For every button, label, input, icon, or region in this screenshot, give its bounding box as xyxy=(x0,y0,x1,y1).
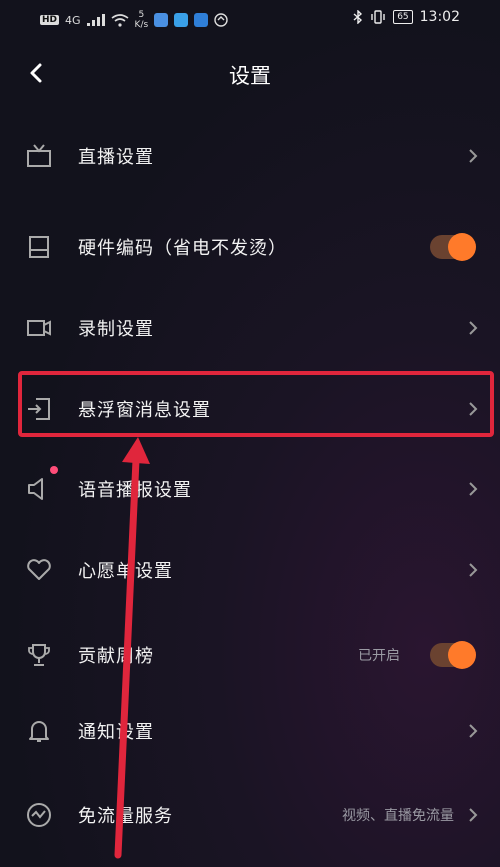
video-camera-icon xyxy=(27,320,51,336)
settings-row-label: 免流量服务 xyxy=(78,806,173,827)
navigation-bar: 设置 xyxy=(0,50,500,96)
toggle-knob xyxy=(448,641,476,669)
settings-row-label: 直播设置 xyxy=(78,147,154,168)
clock: 13:02 xyxy=(419,9,460,25)
settings-row-wishlist[interactable]: 心愿单设置 xyxy=(0,540,500,600)
tv-icon xyxy=(27,144,51,167)
hd-badge: HD xyxy=(40,15,60,25)
page-title: 设置 xyxy=(229,64,271,88)
network-speed: 5 K/s xyxy=(135,10,149,30)
trophy-icon xyxy=(28,644,50,666)
app-notification-icon xyxy=(194,13,209,27)
status-right: 65 13:02 xyxy=(353,9,460,25)
status-left: HD 4G 5 K/s xyxy=(40,10,228,30)
settings-row-voice-broadcast[interactable]: 语音播报设置 xyxy=(0,459,500,519)
wifi-icon xyxy=(111,13,129,27)
vpn-icon xyxy=(214,13,228,27)
network-type: 4G xyxy=(65,13,81,27)
settings-row-recording[interactable]: 录制设置 xyxy=(0,298,500,358)
settings-row-live[interactable]: 直播设置 xyxy=(0,126,500,186)
chevron-right-icon xyxy=(469,808,478,822)
contribution-toggle[interactable] xyxy=(430,641,476,669)
settings-row-label: 语音播报设置 xyxy=(78,480,192,501)
contribution-status: 已开启 xyxy=(358,648,400,664)
settings-row-free-data[interactable]: 免流量服务 视频、直播免流量 xyxy=(0,785,500,845)
speaker-icon xyxy=(28,478,43,500)
new-badge-dot xyxy=(50,466,58,474)
chevron-right-icon xyxy=(469,321,478,335)
settings-row-label: 贡献周榜 xyxy=(78,646,154,667)
chevron-right-icon xyxy=(469,482,478,496)
app-notification-icon xyxy=(154,13,169,27)
free-data-value: 视频、直播免流量 xyxy=(342,808,454,824)
hw-encoding-toggle[interactable] xyxy=(430,233,476,261)
signal-icon xyxy=(86,14,105,26)
bell-icon xyxy=(29,721,49,742)
bluetooth-icon xyxy=(353,10,363,24)
settings-row-label: 硬件编码（省电不发烫） xyxy=(78,238,287,259)
settings-row-notification[interactable]: 通知设置 xyxy=(0,701,500,761)
chevron-right-icon xyxy=(469,149,478,163)
battery-indicator: 65 xyxy=(393,10,413,24)
settings-row-label: 心愿单设置 xyxy=(78,561,173,582)
chevron-right-icon xyxy=(469,724,478,738)
settings-row-contribution: 贡献周榜 已开启 xyxy=(0,625,500,685)
chevron-right-icon xyxy=(469,563,478,577)
status-bar: HD 4G 5 K/s 65 13:02 xyxy=(0,0,500,38)
app-notification-icon xyxy=(174,13,189,27)
toggle-knob xyxy=(448,233,476,261)
speed-unit: K/s xyxy=(134,20,149,30)
settings-row-label: 通知设置 xyxy=(78,722,154,743)
heart-icon xyxy=(27,559,51,580)
settings-row-hw-encoding: 硬件编码（省电不发烫） xyxy=(0,217,500,277)
settings-row-label: 录制设置 xyxy=(78,319,154,340)
vibrate-icon xyxy=(371,10,385,24)
speed-value: 5 xyxy=(138,10,145,20)
hardware-icon xyxy=(29,236,49,258)
highlight-box xyxy=(18,371,494,437)
pulse-icon xyxy=(27,803,51,827)
